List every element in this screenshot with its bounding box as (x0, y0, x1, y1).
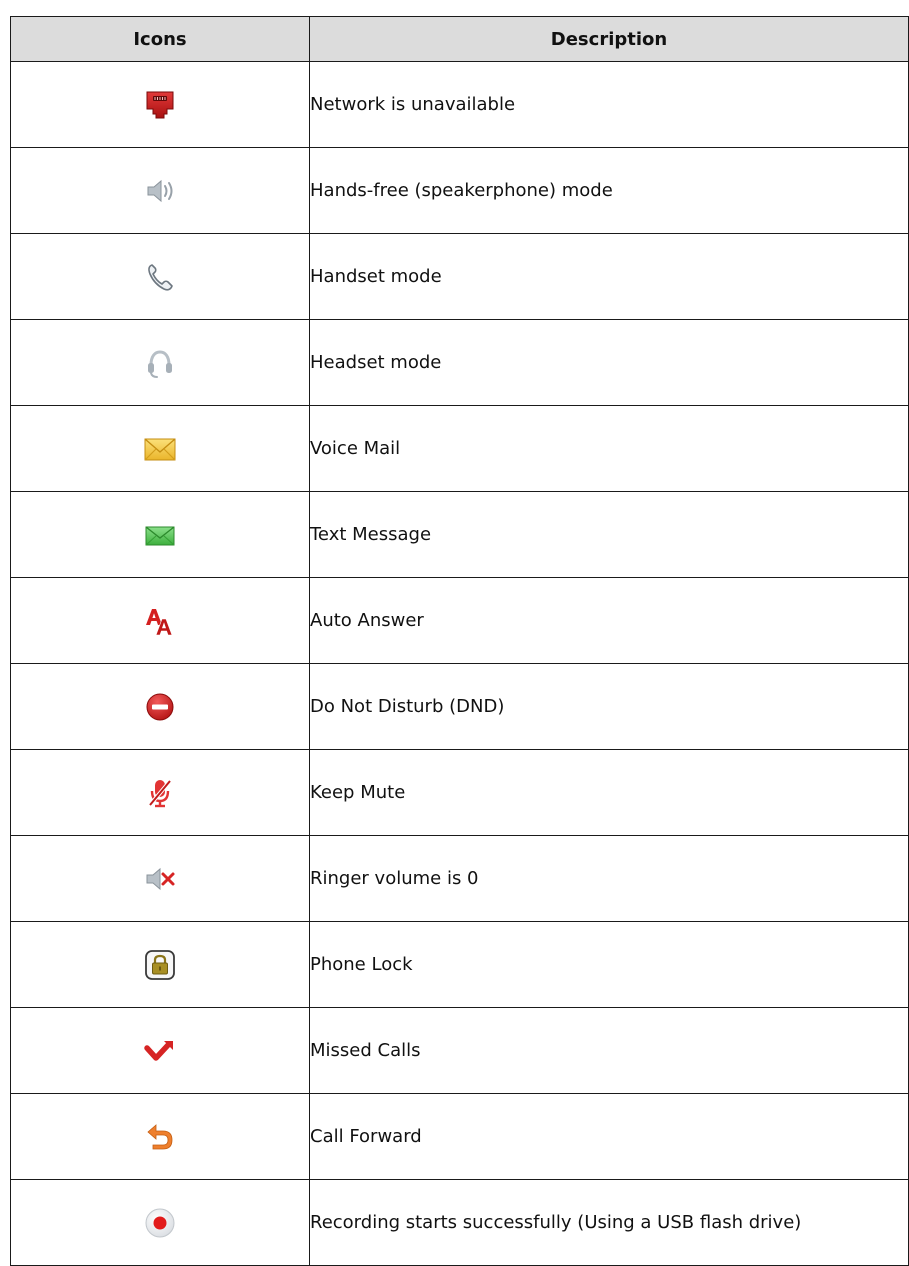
icon-cell (10, 405, 310, 492)
description-cell: Auto Answer (309, 577, 909, 664)
table-header-row: Icons Description (10, 16, 909, 62)
table-row: Missed Calls (10, 1007, 909, 1094)
keep-mute-icon (142, 775, 178, 811)
table-row: Keep Mute (10, 749, 909, 836)
icon-cell (10, 749, 310, 836)
table-row: Call Forward (10, 1093, 909, 1180)
call-forward-icon (142, 1119, 178, 1155)
description-cell: Recording starts successfully (Using a U… (309, 1179, 909, 1266)
description-cell: Missed Calls (309, 1007, 909, 1094)
missed-calls-icon (142, 1033, 178, 1069)
table-row: Handset mode (10, 233, 909, 320)
description-cell: Handset mode (309, 233, 909, 320)
phone-lock-icon (142, 947, 178, 983)
speakerphone-icon (142, 173, 178, 209)
icon-cell (10, 233, 310, 320)
handset-icon (142, 259, 178, 295)
description-cell: Do Not Disturb (DND) (309, 663, 909, 750)
icon-cell (10, 491, 310, 578)
icon-cell (10, 577, 310, 664)
network-unavailable-icon (142, 87, 178, 123)
table-row: Headset mode (10, 319, 909, 406)
icon-cell (10, 1007, 310, 1094)
description-cell: Headset mode (309, 319, 909, 406)
table-row: Phone Lock (10, 921, 909, 1008)
icon-cell (10, 147, 310, 234)
icons-column-header: Icons (10, 16, 310, 62)
voice-mail-icon (142, 431, 178, 467)
icon-cell (10, 61, 310, 148)
table-row: Voice Mail (10, 405, 909, 492)
status-icons-table: Icons Description Network is unavailable… (10, 16, 909, 1266)
table-row: Network is unavailable (10, 61, 909, 148)
do-not-disturb-icon (142, 689, 178, 725)
auto-answer-icon (142, 603, 178, 639)
table-row: Do Not Disturb (DND) (10, 663, 909, 750)
description-cell: Ringer volume is 0 (309, 835, 909, 922)
table-row: Recording starts successfully (Using a U… (10, 1179, 909, 1266)
description-cell: Voice Mail (309, 405, 909, 492)
text-message-icon (142, 517, 178, 553)
icon-cell (10, 921, 310, 1008)
description-cell: Phone Lock (309, 921, 909, 1008)
table-row: Ringer volume is 0 (10, 835, 909, 922)
description-cell: Call Forward (309, 1093, 909, 1180)
description-cell: Keep Mute (309, 749, 909, 836)
icon-cell (10, 1179, 310, 1266)
recording-icon (142, 1205, 178, 1241)
description-cell: Network is unavailable (309, 61, 909, 148)
headset-icon (142, 345, 178, 381)
icon-cell (10, 835, 310, 922)
table-row: Text Message (10, 491, 909, 578)
table-row: Hands-free (speakerphone) mode (10, 147, 909, 234)
table-row: Auto Answer (10, 577, 909, 664)
ringer-volume-zero-icon (142, 861, 178, 897)
icon-cell (10, 663, 310, 750)
icon-cell (10, 1093, 310, 1180)
description-cell: Hands-free (speakerphone) mode (309, 147, 909, 234)
description-column-header: Description (309, 16, 909, 62)
description-cell: Text Message (309, 491, 909, 578)
icon-cell (10, 319, 310, 406)
